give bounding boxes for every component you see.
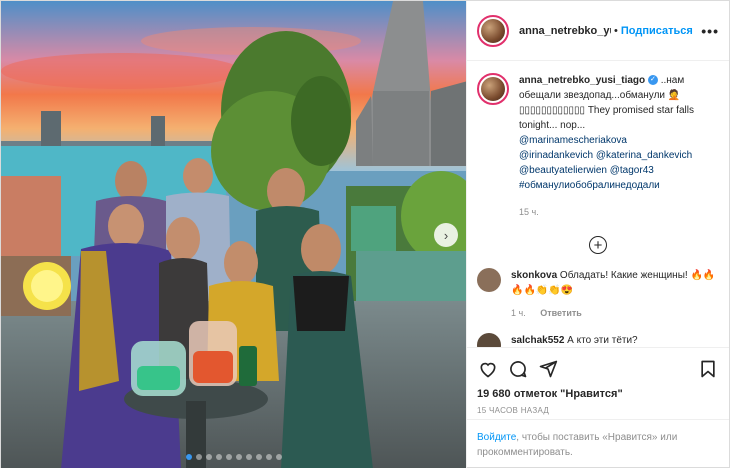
heart-icon[interactable] <box>477 358 499 380</box>
post-photo[interactable]: › <box>1 1 466 468</box>
comment-icon[interactable] <box>507 358 529 380</box>
reply-button[interactable]: Ответить <box>540 308 582 318</box>
carousel-dot <box>265 454 272 460</box>
comment-body: salchak552 А кто эти тёти? <box>511 333 719 347</box>
bookmark-icon[interactable] <box>697 358 719 380</box>
comment: skonkova Обладать! Какие женщины! 🔥🔥🔥🔥👏👏… <box>477 268 719 321</box>
comment-text: А кто эти тёти? <box>567 335 638 346</box>
caption-tag[interactable]: #обманулиобобралинедодали <box>519 178 717 193</box>
header-username[interactable]: anna_netrebko_yus <box>519 25 611 37</box>
carousel-indicator <box>1 454 466 460</box>
avatar[interactable] <box>477 14 509 47</box>
post-side-panel: anna_netrebko_yus • Подписаться ••• anna… <box>466 1 729 468</box>
comment-meta: 1 ч. Ответить <box>511 306 719 321</box>
login-link[interactable]: Войдите <box>477 432 516 443</box>
load-more-comments-button[interactable]: + <box>477 236 719 254</box>
caption-time: 15 ч. <box>519 207 539 217</box>
comment: salchak552 А кто эти тёти? <box>477 333 719 347</box>
comment-avatar[interactable] <box>477 333 501 347</box>
avatar-image <box>481 77 505 101</box>
comment-username[interactable]: salchak552 <box>511 335 564 346</box>
carousel-dot <box>245 454 252 460</box>
action-icons <box>477 356 719 382</box>
next-photo-button[interactable]: › <box>434 223 458 247</box>
carousel-dot <box>255 454 262 460</box>
carousel-dot <box>225 454 232 460</box>
photo-illustration <box>1 1 466 468</box>
post-header: anna_netrebko_yus • Подписаться ••• <box>467 1 729 61</box>
post-actions: 19 680 отметок "Нравится" 15 ЧАСОВ НАЗАД <box>467 347 729 419</box>
comments-section: anna_netrebko_yusi_tiago ✓ ..нам обещали… <box>467 61 729 347</box>
login-prompt: Войдите, чтобы поставить «Нравится» или … <box>467 419 729 468</box>
likes-count[interactable]: 19 680 отметок "Нравится" <box>477 388 719 400</box>
post-timestamp: 15 ЧАСОВ НАЗАД <box>477 406 550 415</box>
comment-time: 1 ч. <box>511 308 526 318</box>
more-dots-icon[interactable]: ••• <box>701 23 719 39</box>
plus-circle-icon: + <box>589 236 607 254</box>
share-icon[interactable] <box>537 358 559 380</box>
instagram-post: › anna_netrebko_yus • Подписаться ••• an… <box>0 0 730 468</box>
caption-username[interactable]: anna_netrebko_yusi_tiago <box>519 75 645 86</box>
caption-tag[interactable]: @marinamescheriakova <box>519 133 717 148</box>
comment-avatar[interactable] <box>477 268 501 292</box>
caption-tag[interactable]: @beautyatelierwien @tagor43 <box>519 163 717 178</box>
chevron-right-icon: › <box>443 227 449 243</box>
follow-button[interactable]: Подписаться <box>621 25 693 37</box>
carousel-dot <box>215 454 222 460</box>
caption: anna_netrebko_yusi_tiago ✓ ..нам обещали… <box>477 73 719 220</box>
comment-body: skonkova Обладать! Какие женщины! 🔥🔥🔥🔥👏👏… <box>511 268 719 321</box>
comment-username[interactable]: skonkova <box>511 270 557 281</box>
caption-body: anna_netrebko_yusi_tiago ✓ ..нам обещали… <box>519 73 717 220</box>
carousel-dot <box>275 454 282 460</box>
carousel-dot <box>195 454 202 460</box>
carousel-dot <box>235 454 242 460</box>
separator-dot: • <box>614 24 618 37</box>
avatar-image <box>481 18 505 43</box>
carousel-dot <box>205 454 212 460</box>
verified-badge-icon: ✓ <box>647 75 658 86</box>
caption-tag[interactable]: @irinadankevich @katerina_dankevich <box>519 148 717 163</box>
caption-avatar[interactable] <box>477 73 509 105</box>
carousel-dot <box>185 454 192 460</box>
